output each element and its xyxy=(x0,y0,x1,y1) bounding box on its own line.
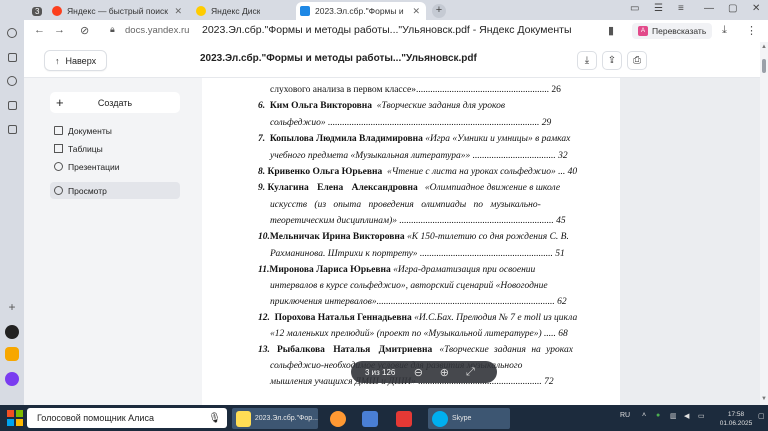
volume-icon[interactable]: ◀ xyxy=(684,412,689,420)
documents-sidebar: + Создать Документы Таблицы Презентации … xyxy=(24,78,202,405)
sidebar-item-documents[interactable]: Документы xyxy=(50,122,180,139)
bookmarks-icon[interactable] xyxy=(5,50,19,64)
sidebar-item-presentations[interactable]: Презентации xyxy=(50,158,180,175)
print-icon[interactable]: ⎙ xyxy=(627,51,647,70)
create-button[interactable]: + Создать xyxy=(50,92,180,113)
fullscreen-icon[interactable]: ⤢ xyxy=(461,366,479,379)
scroll-up-icon[interactable]: ▲ xyxy=(761,44,767,50)
taskbar-item-yandex[interactable] xyxy=(392,408,416,429)
tray-app-icon[interactable]: ● xyxy=(656,412,660,419)
collections-icon[interactable] xyxy=(5,98,19,112)
document-icon xyxy=(54,126,63,135)
browser-side-rail: + xyxy=(0,0,24,405)
url-domain[interactable]: docs.yandex.ru xyxy=(125,25,189,36)
translate-icon: A xyxy=(638,26,648,36)
apps-icon[interactable] xyxy=(5,122,19,136)
microphone-icon[interactable]: 🎙︎ xyxy=(208,413,221,424)
minimize-icon[interactable]: — xyxy=(704,3,714,14)
alice-app-icon[interactable] xyxy=(5,325,19,339)
download-icon[interactable]: ⤓ xyxy=(577,51,597,70)
presentation-icon xyxy=(54,162,63,171)
plus-icon: + xyxy=(56,94,64,110)
language-indicator[interactable]: RU xyxy=(620,412,630,419)
windows-start-icon[interactable] xyxy=(6,409,24,427)
menu-icon[interactable]: ≡ xyxy=(678,3,684,14)
alice-search-input[interactable]: Голосовой помощник Алиса 🎙︎ xyxy=(27,408,227,428)
tab-yandex-disk[interactable]: Яндекс Диск xyxy=(192,2,292,20)
address-bar: ← → ⊘ 🔒︎ docs.yandex.ru 2023.Эл.сбр."Фор… xyxy=(24,20,768,42)
close-icon[interactable]: ✕ xyxy=(412,6,420,17)
market-app-icon[interactable] xyxy=(5,347,19,361)
disk-favicon-icon xyxy=(196,6,206,16)
downloads-icon[interactable] xyxy=(5,74,19,88)
profile-icon[interactable]: ☰ xyxy=(654,3,663,14)
system-clock[interactable]: 17:58 01.06.2025 xyxy=(716,410,756,428)
tab-document[interactable]: 2023.Эл.сбр."Формы и ✕ xyxy=(296,2,426,20)
zoom-in-icon[interactable]: ⊕ xyxy=(435,366,453,379)
view-icon xyxy=(54,186,63,195)
forward-arrow-icon[interactable]: → xyxy=(54,24,65,36)
close-window-icon[interactable]: ✕ xyxy=(752,3,760,14)
scroll-down-icon[interactable]: ▼ xyxy=(761,396,767,402)
battery-icon[interactable]: ▭ xyxy=(698,412,705,420)
taskbar-item-volume[interactable] xyxy=(358,408,382,429)
yandex-browser-icon xyxy=(236,410,251,427)
bookmark-icon[interactable]: ▮ xyxy=(608,24,614,37)
page-title[interactable]: 2023.Эл.сбр."Формы и методы работы..."Ул… xyxy=(202,24,572,36)
downloads-icon[interactable]: ⤓ xyxy=(722,24,727,37)
share-icon[interactable]: ⇪ xyxy=(602,51,622,70)
docs-favicon-icon xyxy=(300,6,310,16)
back-arrow-icon[interactable]: ← xyxy=(34,24,45,36)
taskbar-item-skype[interactable]: Skype xyxy=(428,408,510,429)
table-icon xyxy=(54,144,63,153)
document-page: слухового анализа в первом классе»......… xyxy=(202,78,620,405)
close-icon[interactable]: ✕ xyxy=(174,6,182,17)
zoom-out-icon[interactable]: ⊖ xyxy=(409,366,427,379)
yandex-icon xyxy=(396,410,412,427)
tray-expand-icon[interactable]: ˄ xyxy=(642,412,646,419)
sidebar-item-view[interactable]: Просмотр xyxy=(50,182,180,199)
taskbar-item-browser[interactable]: 2023.Эл.сбр."Фор... xyxy=(232,408,318,429)
app-icon xyxy=(330,410,346,427)
tab-counter[interactable]: 3 xyxy=(28,2,44,20)
notifications-icon[interactable]: ▢ xyxy=(758,412,765,420)
skype-icon xyxy=(432,410,448,427)
new-tab-button[interactable]: + xyxy=(432,4,446,18)
messenger-app-icon[interactable] xyxy=(5,372,19,386)
viewer-header: ↑ Наверх 2023.Эл.сбр."Формы и методы раб… xyxy=(24,42,760,78)
page-zoom-toolbar: 3 из 126 ⊖ ⊕ ⤢ xyxy=(351,361,497,383)
extensions-icon[interactable]: ⋮ xyxy=(746,24,757,37)
scrollbar-thumb[interactable] xyxy=(762,59,766,73)
scroll-top-button[interactable]: ↑ Наверх xyxy=(44,50,108,71)
tab-search-icon[interactable]: ▭ xyxy=(630,3,639,14)
arrow-up-icon: ↑ xyxy=(55,55,60,66)
taskbar-item-app[interactable] xyxy=(326,408,350,429)
translate-button[interactable]: A Перевсказать xyxy=(632,23,713,39)
add-panel-icon[interactable]: + xyxy=(5,300,19,314)
maximize-icon[interactable]: ▢ xyxy=(728,3,737,14)
windows-taskbar: Голосовой помощник Алиса 🎙︎ 2023.Эл.сбр.… xyxy=(0,405,768,431)
history-icon[interactable] xyxy=(5,26,19,40)
lock-icon: 🔒︎ xyxy=(110,24,115,34)
page-indicator: 3 из 126 xyxy=(365,367,396,377)
sidebar-item-tables[interactable]: Таблицы xyxy=(50,140,180,157)
tab-yandex-search[interactable]: Яндекс — быстрый поиск ✕ xyxy=(48,2,188,20)
document-name: 2023.Эл.сбр."Формы и методы работы..."Ул… xyxy=(200,53,477,64)
shield-icon[interactable]: ⊘ xyxy=(80,24,89,37)
media-icon xyxy=(362,410,378,427)
tab-bar: 3 Яндекс — быстрый поиск ✕ Яндекс Диск 2… xyxy=(24,0,768,20)
yandex-favicon-icon xyxy=(52,6,62,16)
vertical-scrollbar[interactable]: ▲ ▼ xyxy=(760,42,768,405)
network-icon[interactable]: ▥ xyxy=(670,412,677,420)
toc-line: слухового анализа в первом классе»......… xyxy=(270,85,561,95)
